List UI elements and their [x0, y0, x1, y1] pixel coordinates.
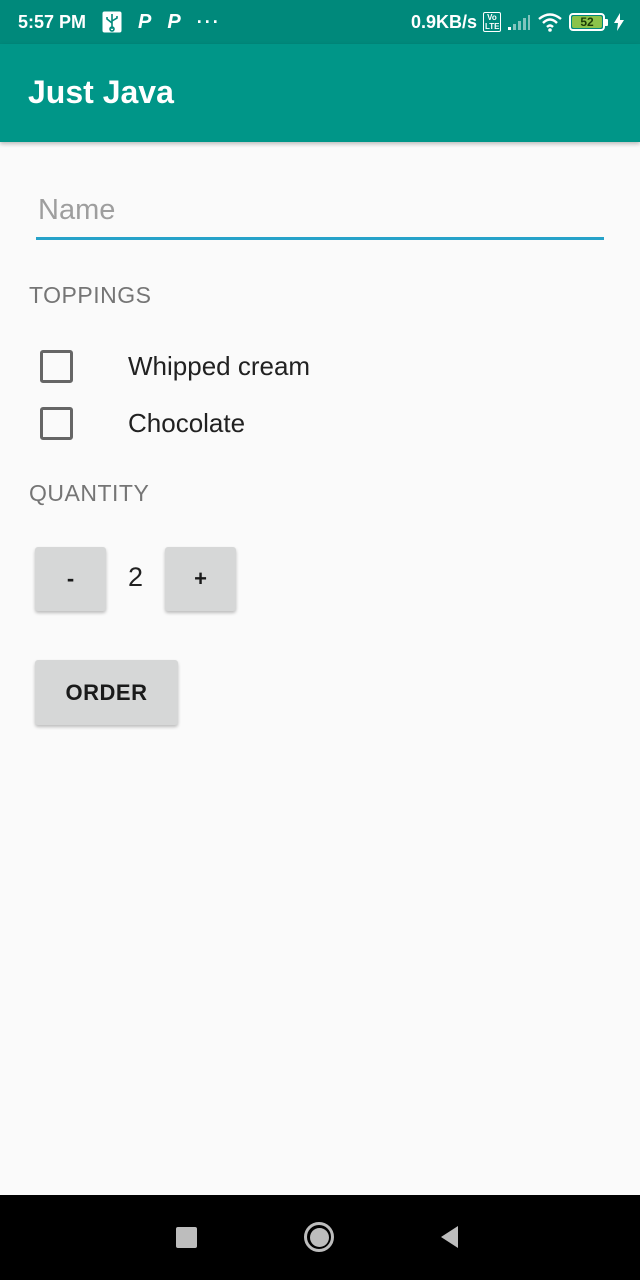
wifi-icon	[537, 12, 563, 32]
navigation-bar	[0, 1195, 640, 1280]
status-time: 5:57 PM	[18, 11, 87, 32]
p-app-icon: P	[138, 10, 152, 33]
chocolate-checkbox[interactable]	[40, 406, 73, 440]
whipped-cream-label[interactable]: Whipped cream	[128, 351, 310, 382]
battery-icon: 52	[569, 13, 608, 31]
recents-icon[interactable]	[166, 1217, 206, 1257]
name-field[interactable]	[36, 186, 604, 240]
network-speed: 0.9KB/s	[410, 11, 477, 32]
chocolate-label[interactable]: Chocolate	[128, 408, 245, 439]
quantity-heading: QUANTITY	[29, 480, 150, 506]
quantity-value: 2	[127, 562, 144, 592]
signal-icon	[507, 13, 531, 31]
volte-icon: Vo LTE	[483, 12, 501, 32]
battery-level: 52	[572, 16, 602, 28]
usb-icon	[102, 11, 122, 33]
increment-button[interactable]: +	[165, 547, 236, 611]
app-bar: Just Java	[0, 44, 640, 142]
whipped-cream-checkbox[interactable]	[40, 349, 73, 383]
home-icon[interactable]	[299, 1217, 339, 1257]
decrement-button[interactable]: -	[35, 547, 106, 611]
name-input[interactable]	[36, 186, 604, 234]
whipped-cream-row[interactable]: Whipped cream	[40, 348, 310, 384]
status-left: 5:57 PM P P ···	[18, 11, 221, 34]
more-dots-icon: ···	[196, 11, 221, 32]
status-right: 0.9KB/s Vo LTE 52	[411, 12, 624, 33]
chocolate-row[interactable]: Chocolate	[40, 405, 245, 441]
order-button[interactable]: ORDER	[35, 660, 178, 725]
toppings-heading: TOPPINGS	[29, 282, 152, 308]
back-icon[interactable]	[430, 1217, 470, 1257]
charging-icon	[614, 13, 624, 31]
p-app-icon-2: P	[167, 10, 181, 33]
app-title: Just Java	[28, 74, 174, 110]
status-bar: 5:57 PM P P ··· 0.9KB/s Vo LTE 52	[0, 0, 640, 44]
